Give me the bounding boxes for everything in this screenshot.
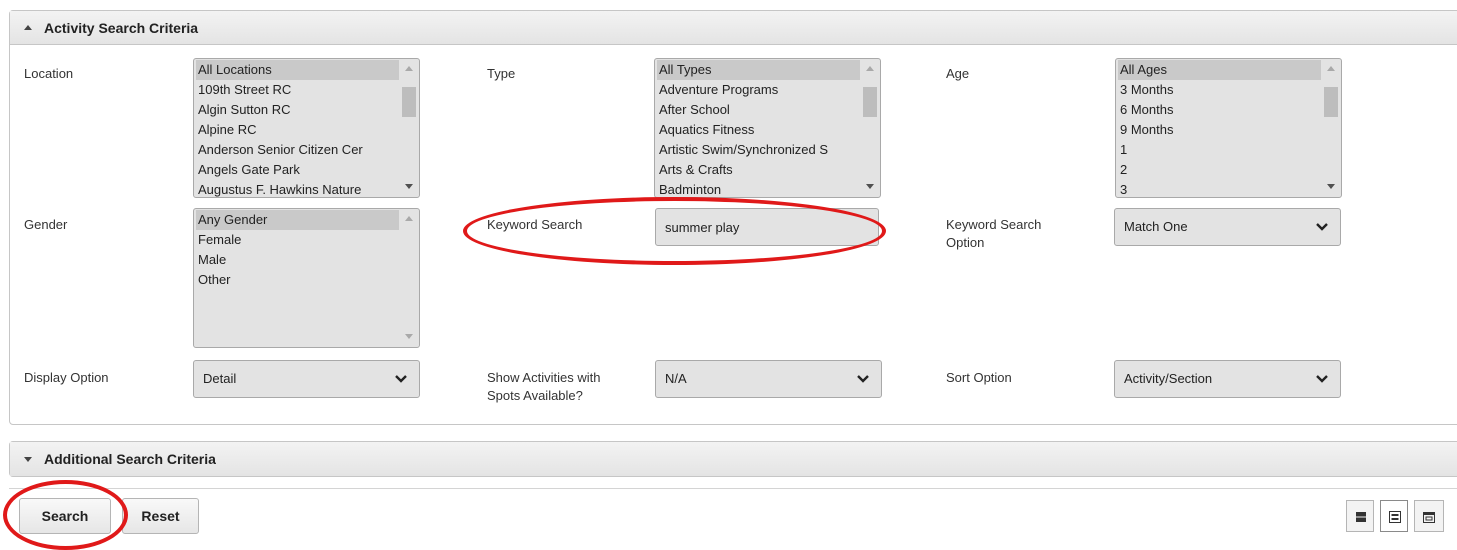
display-option-select[interactable]: Detail <box>193 360 420 398</box>
sort-option-value: Activity/Section <box>1124 371 1213 386</box>
reset-button[interactable]: Reset <box>122 498 199 534</box>
spots-available-select[interactable]: N/A <box>655 360 882 398</box>
list-option[interactable]: Male <box>196 250 399 270</box>
spots-available-label: Show Activities with Spots Available? <box>487 369 600 405</box>
list-option[interactable]: 3 Months <box>1118 80 1321 100</box>
age-label: Age <box>946 66 970 81</box>
keyword-search-input[interactable] <box>655 208 879 246</box>
age-scrollbar[interactable] <box>1322 60 1340 196</box>
chevron-down-icon <box>1316 375 1328 383</box>
list-option[interactable]: Anderson Senior Citizen Cer <box>196 140 399 160</box>
list-option[interactable]: All Locations <box>196 60 399 80</box>
spots-available-value: N/A <box>665 371 687 386</box>
scroll-up-arrow-icon[interactable] <box>405 66 413 71</box>
scroll-down-arrow-icon[interactable] <box>405 334 413 339</box>
scroll-up-arrow-icon[interactable] <box>405 216 413 221</box>
scroll-up-arrow-icon[interactable] <box>1327 66 1335 71</box>
collapse-triangle-icon <box>24 25 32 30</box>
scroll-up-arrow-icon[interactable] <box>866 66 874 71</box>
keyword-search-label: Keyword Search <box>487 217 583 232</box>
gender-scrollbar[interactable] <box>400 210 418 346</box>
scroll-down-arrow-icon[interactable] <box>1327 184 1335 189</box>
calendar-view-icon <box>1423 512 1435 523</box>
activity-search-title: Activity Search Criteria <box>44 19 199 36</box>
chevron-down-icon <box>1316 223 1328 231</box>
type-listbox[interactable]: All Types Adventure Programs After School A… <box>654 58 881 198</box>
keyword-option-label: Keyword Search Option <box>946 216 1041 252</box>
keyword-option-select[interactable]: Match One <box>1114 208 1341 246</box>
list-option[interactable]: Any Gender <box>196 210 399 230</box>
list-option[interactable]: 109th Street RC <box>196 80 399 100</box>
list-option[interactable]: Alpine RC <box>196 120 399 140</box>
list-option[interactable]: 9 Months <box>1118 120 1321 140</box>
list-option[interactable]: Algin Sutton RC <box>196 100 399 120</box>
list-option[interactable]: All Types <box>657 60 860 80</box>
location-options: All Locations 109th Street RC Algin Sutton… <box>196 60 399 197</box>
gender-label: Gender <box>24 217 68 232</box>
list-option[interactable]: Aquatics Fitness <box>657 120 860 140</box>
age-options: All Ages 3 Months 6 Months 9 Months 1 2 3 <box>1118 60 1321 197</box>
chevron-down-icon <box>857 375 869 383</box>
gender-listbox[interactable]: Any Gender Female Male Other <box>193 208 420 348</box>
list-option[interactable]: 1 <box>1118 140 1321 160</box>
view-toggle-detail[interactable] <box>1380 500 1408 532</box>
type-scrollbar[interactable] <box>861 60 879 196</box>
additional-search-header[interactable]: Additional Search Criteria <box>10 442 1457 476</box>
scroll-thumb[interactable] <box>402 87 416 117</box>
type-options: All Types Adventure Programs After School A… <box>657 60 860 197</box>
scroll-thumb[interactable] <box>863 87 877 117</box>
view-toggle-grid[interactable] <box>1346 500 1374 532</box>
display-option-value: Detail <box>203 371 237 386</box>
location-label: Location <box>24 66 74 81</box>
list-option[interactable]: After School <box>657 100 860 120</box>
list-option[interactable]: Angels Gate Park <box>196 160 399 180</box>
location-scrollbar[interactable] <box>400 60 418 196</box>
scroll-down-arrow-icon[interactable] <box>866 184 874 189</box>
list-option[interactable]: 6 Months <box>1118 100 1321 120</box>
scroll-down-arrow-icon[interactable] <box>405 184 413 189</box>
list-option[interactable]: Arts & Crafts <box>657 160 860 180</box>
list-option[interactable]: Female <box>196 230 399 250</box>
additional-search-panel: Additional Search Criteria <box>9 441 1457 477</box>
display-option-label: Display Option <box>24 370 109 385</box>
chevron-down-icon <box>395 375 407 383</box>
gender-options: Any Gender Female Male Other <box>196 210 399 290</box>
sort-option-label: Sort Option <box>946 370 1012 385</box>
keyword-option-label-line2: Option <box>946 235 985 250</box>
keyword-option-value: Match One <box>1124 219 1188 234</box>
list-option[interactable]: Other <box>196 270 399 290</box>
search-button[interactable]: Search <box>19 498 111 534</box>
list-option[interactable]: Badminton <box>657 180 860 197</box>
spots-available-label-line1: Show Activities with <box>487 370 601 385</box>
list-option[interactable]: Artistic Swim/Synchronized S <box>657 140 860 160</box>
type-label: Type <box>487 66 516 81</box>
scroll-thumb[interactable] <box>1324 87 1338 117</box>
age-listbox[interactable]: All Ages 3 Months 6 Months 9 Months 1 2 3 <box>1115 58 1342 198</box>
location-listbox[interactable]: All Locations 109th Street RC Algin Sutton… <box>193 58 420 198</box>
list-option[interactable]: 3 <box>1118 180 1321 197</box>
keyword-option-label-line1: Keyword Search <box>946 217 1042 232</box>
actions-divider <box>9 488 1457 489</box>
expand-triangle-icon <box>24 456 32 462</box>
detail-view-icon <box>1389 511 1401 523</box>
spots-available-label-line2: Spots Available? <box>487 388 583 403</box>
activity-search-header[interactable]: Activity Search Criteria <box>10 11 1457 45</box>
additional-search-title: Additional Search Criteria <box>44 451 216 467</box>
list-option[interactable]: Augustus F. Hawkins Nature <box>196 180 399 197</box>
list-option[interactable]: Adventure Programs <box>657 80 860 100</box>
grid-view-icon <box>1356 512 1366 522</box>
sort-option-select[interactable]: Activity/Section <box>1114 360 1341 398</box>
view-toggle-calendar[interactable] <box>1414 500 1444 532</box>
list-option[interactable]: All Ages <box>1118 60 1321 80</box>
list-option[interactable]: 2 <box>1118 160 1321 180</box>
